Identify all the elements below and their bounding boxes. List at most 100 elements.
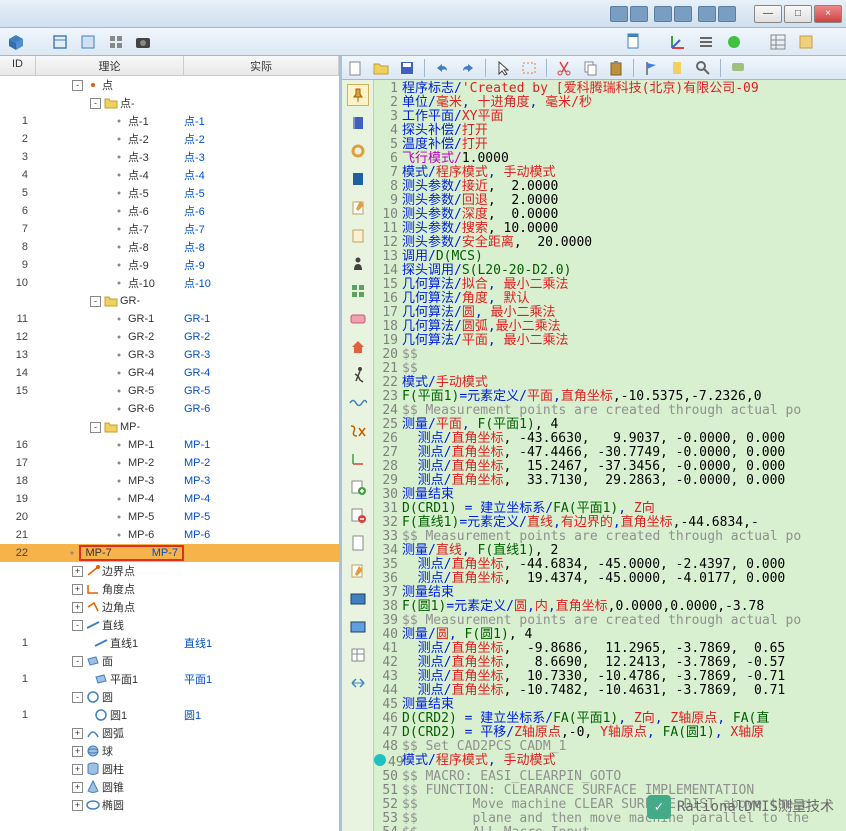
tree-row[interactable]: -点 — [0, 76, 339, 94]
col-theory[interactable]: 理论 — [36, 56, 184, 75]
code-line[interactable]: 35 测点/直角坐标, -44.6834, -45.0000, -2.4397,… — [374, 558, 846, 572]
axis2-icon[interactable] — [347, 448, 369, 470]
code-line[interactable]: 47D(CRD2) = 平移/Z轴原点,-0, Y轴原点, FA(圆1), X轴… — [374, 726, 846, 740]
tree-row[interactable]: 8点-8点-8 — [0, 238, 339, 256]
code-line[interactable]: 42 测点/直角坐标, 8.6690, 12.2413, -3.7869, -0… — [374, 656, 846, 670]
tree-row[interactable]: -GR- — [0, 292, 339, 310]
col-actual[interactable]: 实际 — [184, 56, 339, 75]
paste-icon[interactable] — [607, 59, 625, 77]
code-line[interactable]: 9测头参数/回退, 2.0000 — [374, 194, 846, 208]
home-icon[interactable] — [347, 336, 369, 358]
code-line[interactable]: 4探头补偿/打开 — [374, 124, 846, 138]
tree-row[interactable]: 1直线1直线1 — [0, 634, 339, 652]
select-icon[interactable] — [520, 59, 538, 77]
comment-icon[interactable] — [729, 59, 747, 77]
tree-row[interactable]: 10点-10点-10 — [0, 274, 339, 292]
pin-icon[interactable] — [347, 84, 369, 106]
code-line[interactable]: 49模式/程序模式, 手动模式 — [374, 754, 846, 770]
expand-toggle[interactable]: + — [72, 602, 83, 613]
code-line[interactable]: 54$$ ALL Macro Input — [374, 826, 846, 831]
code-line[interactable]: 26 测点/直角坐标, -43.6630, 9.9037, -0.0000, 0… — [374, 432, 846, 446]
tb-icon-1[interactable] — [610, 6, 628, 22]
code-line[interactable]: 28 测点/直角坐标, 15.2467, -37.3456, -0.0000, … — [374, 460, 846, 474]
table-icon[interactable] — [768, 32, 788, 52]
code-line[interactable]: 31D(CRD1) = 建立坐标系/FA(平面1), Z向 — [374, 502, 846, 516]
maximize-button[interactable]: □ — [784, 5, 812, 23]
code-line[interactable]: 38F(圆1)=元素定义/圆,内,直角坐标,0.0000,0.0000,-3.7… — [374, 600, 846, 614]
code-line[interactable]: 19几何算法/平面, 最小二乘法 — [374, 334, 846, 348]
code-line[interactable]: 2单位/毫米, 十进角度, 毫米/秒 — [374, 96, 846, 110]
tree-row[interactable]: -MP- — [0, 418, 339, 436]
tree-row[interactable]: 3点-3点-3 — [0, 148, 339, 166]
find-icon[interactable] — [694, 59, 712, 77]
code-line[interactable]: 44 测点/直角坐标, -10.7482, -10.4631, -3.7869,… — [374, 684, 846, 698]
minimize-button[interactable]: — — [754, 5, 782, 23]
code-line[interactable]: 11测头参数/搜索, 10.0000 — [374, 222, 846, 236]
expand-toggle[interactable]: - — [90, 422, 101, 433]
axis-icon[interactable] — [668, 32, 688, 52]
open-icon[interactable] — [372, 59, 390, 77]
tree-row[interactable]: -点- — [0, 94, 339, 112]
remove-icon[interactable] — [347, 504, 369, 526]
form-icon[interactable] — [796, 32, 816, 52]
expand-toggle[interactable]: + — [72, 584, 83, 595]
expand-toggle[interactable]: - — [90, 98, 101, 109]
code-line[interactable]: 18几何算法/圆弧,最小二乘法 — [374, 320, 846, 334]
expand-toggle[interactable]: + — [72, 566, 83, 577]
code-line[interactable]: 33$$ Measurement points are created thro… — [374, 530, 846, 544]
code-line[interactable]: 46D(CRD2) = 建立坐标系/FA(平面1), Z向, Z轴原点, FA(… — [374, 712, 846, 726]
code-line[interactable]: 21$$ — [374, 362, 846, 376]
code-line[interactable]: 14探头调用/S(L20-20-D2.0) — [374, 264, 846, 278]
tree-row[interactable]: GR-6GR-6 — [0, 400, 339, 418]
edit3-icon[interactable] — [347, 560, 369, 582]
camera-icon[interactable] — [134, 32, 154, 52]
close-button[interactable]: × — [814, 5, 842, 23]
code-line[interactable]: 41 测点/直角坐标, -9.8686, 11.2965, -3.7869, 0… — [374, 642, 846, 656]
expand-toggle[interactable]: - — [72, 692, 83, 703]
undo-icon[interactable] — [433, 59, 451, 77]
tree-row[interactable]: 19MP-4MP-4 — [0, 490, 339, 508]
fx-icon[interactable] — [347, 420, 369, 442]
code-line[interactable]: 6飞行模式/1.0000 — [374, 152, 846, 166]
tree-row[interactable]: -圆 — [0, 688, 339, 706]
tree-row[interactable]: 20MP-5MP-5 — [0, 508, 339, 526]
code-line[interactable]: 8测头参数/接近, 2.0000 — [374, 180, 846, 194]
code-line[interactable]: 34测量/直线, F(直线1), 2 — [374, 544, 846, 558]
expand-toggle[interactable]: + — [72, 746, 83, 757]
window-icon[interactable] — [50, 32, 70, 52]
code-line[interactable]: 50$$ MACRO: EASI_CLEARPIN_GOTO — [374, 770, 846, 784]
wave-icon[interactable] — [347, 392, 369, 414]
code-line[interactable]: 40测量/圆, F(圆1), 4 — [374, 628, 846, 642]
grid2-icon[interactable] — [347, 280, 369, 302]
tree-row[interactable]: +球 — [0, 742, 339, 760]
tree-row[interactable]: 1圆1圆1 — [0, 706, 339, 724]
tree-row[interactable]: +圆锥 — [0, 778, 339, 796]
code-editor[interactable]: 1程序标志/'Created by [爱科腾瑞科技(北京)有限公司-092单位/… — [374, 80, 846, 831]
code-line[interactable]: 10测头参数/深度, 0.0000 — [374, 208, 846, 222]
code-line[interactable]: 7模式/程序模式, 手动模式 — [374, 166, 846, 180]
tree-row[interactable]: 1平面1平面1 — [0, 670, 339, 688]
tree-row[interactable]: 22MP-7MP-7 — [0, 544, 339, 562]
tree-row[interactable]: +椭圆 — [0, 796, 339, 814]
code-line[interactable]: 30测量结束 — [374, 488, 846, 502]
bookmark-icon[interactable] — [668, 59, 686, 77]
tree-row[interactable]: 9点-9点-9 — [0, 256, 339, 274]
code-line[interactable]: 43 测点/直角坐标, 10.7330, -10.4786, -3.7869, … — [374, 670, 846, 684]
code-line[interactable]: 20$$ — [374, 348, 846, 362]
tb-icon-3[interactable] — [654, 6, 672, 22]
save-icon[interactable] — [398, 59, 416, 77]
code-line[interactable]: 25测量/平面, F(平面1), 4 — [374, 418, 846, 432]
gear-icon[interactable] — [347, 140, 369, 162]
tree-row[interactable]: 11GR-1GR-1 — [0, 310, 339, 328]
tb-icon-2[interactable] — [630, 6, 648, 22]
tree-row[interactable]: 2点-2点-2 — [0, 130, 339, 148]
code-line[interactable]: 36 测点/直角坐标, 19.4374, -45.0000, -4.0177, … — [374, 572, 846, 586]
redo-icon[interactable] — [459, 59, 477, 77]
code-line[interactable]: 12测头参数/安全距离, 20.0000 — [374, 236, 846, 250]
doc2-icon[interactable] — [347, 532, 369, 554]
tree-row[interactable]: +圆弧 — [0, 724, 339, 742]
copy-icon[interactable] — [581, 59, 599, 77]
code-line[interactable]: 3工作平面/XY平面 — [374, 110, 846, 124]
tree-row[interactable]: 1点-1点-1 — [0, 112, 339, 130]
tree-row[interactable]: 15GR-5GR-5 — [0, 382, 339, 400]
